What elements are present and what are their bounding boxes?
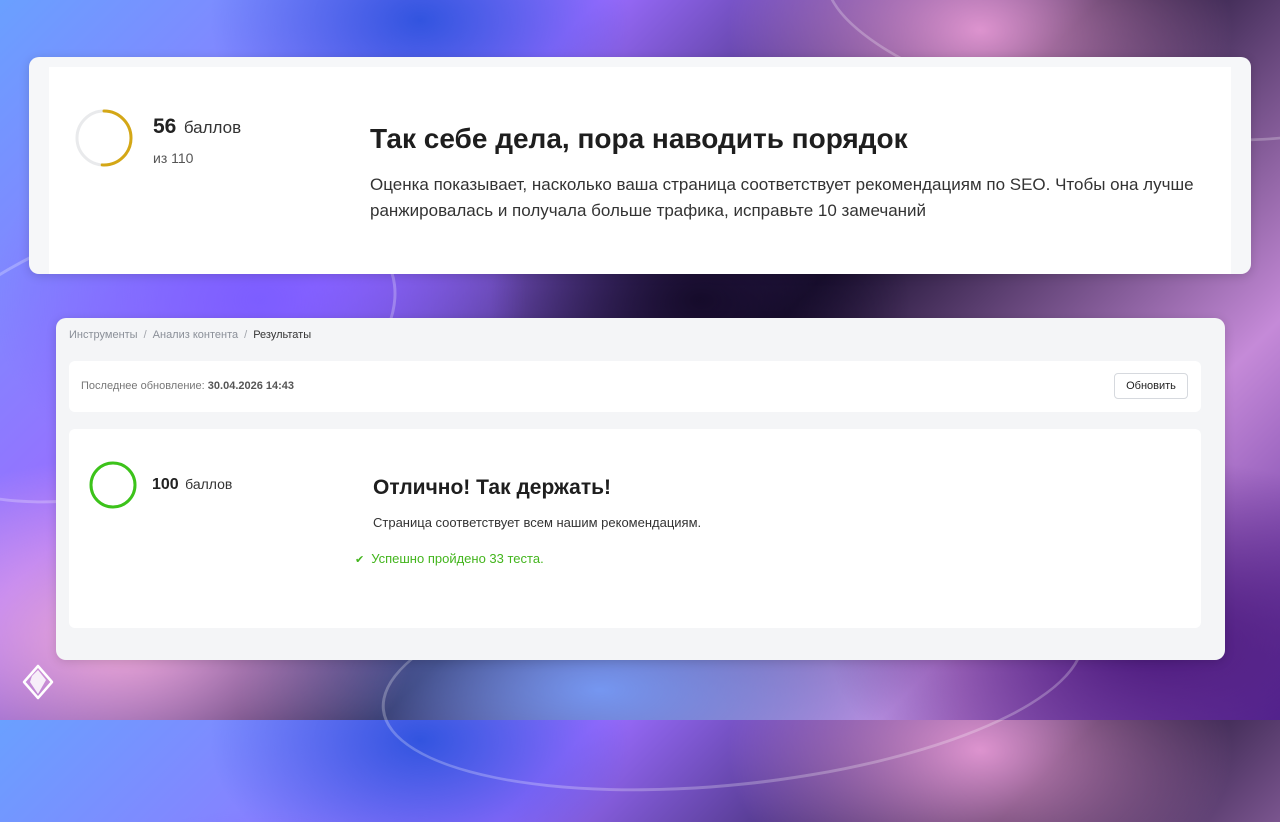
result-description: Страница соответствует всем нашим рекоме… <box>373 515 702 530</box>
last-update-datetime: 30.04.2026 14:43 <box>207 380 295 392</box>
check-icon: ✔ <box>355 554 365 566</box>
diamond-logo-icon <box>22 664 54 700</box>
score-ring <box>75 109 133 167</box>
last-update-text: Последнее обновление: 30.04.2026 14:43 <box>81 380 294 392</box>
breadcrumb-separator: / <box>244 329 248 341</box>
result-score-ring <box>89 461 137 509</box>
success-message: ✔ Успешно пройдено 33 теста. <box>355 551 544 566</box>
score-label: 56 баллов <box>153 115 241 139</box>
seo-summary-panel: 56 баллов из 110 Так себе дела, пора нав… <box>49 67 1231 274</box>
result-ring-progress <box>89 461 137 509</box>
summary-description: Оценка показывает, насколько ваша страни… <box>370 175 1194 220</box>
breadcrumb: Инструменты / Анализ контента / Результаты <box>69 329 311 341</box>
breadcrumb-item-content-analysis[interactable]: Анализ контента <box>153 329 238 341</box>
breadcrumb-separator: / <box>143 329 147 341</box>
breadcrumb-item-results: Результаты <box>253 329 312 341</box>
breadcrumb-item-tools[interactable]: Инструменты <box>69 329 138 341</box>
score-value: 56 <box>153 115 177 138</box>
results-panel: Инструменты / Анализ контента / Результаты П… <box>56 318 1225 660</box>
page-title: Так себе дела, пора наводить порядок <box>370 123 908 154</box>
result-headline: Отлично! Так держать! <box>373 476 612 499</box>
refresh-button[interactable]: Обновить <box>1114 373 1188 399</box>
last-update-label: Последнее обновление: <box>81 380 205 392</box>
update-bar: Последнее обновление: 30.04.2026 14:43 О… <box>69 361 1201 412</box>
result-score-value: 100 <box>152 476 179 493</box>
score-total: из 110 <box>153 150 194 166</box>
success-text: Успешно пройдено 33 теста. <box>371 551 544 566</box>
seo-summary-card: 56 баллов из 110 Так себе дела, пора нав… <box>29 57 1251 274</box>
score-unit: баллов <box>183 118 242 137</box>
result-score-unit: баллов <box>185 476 233 492</box>
result-score-label: 100 баллов <box>152 476 232 494</box>
result-card: 100 баллов Отлично! Так держать! Страниц… <box>69 429 1201 628</box>
